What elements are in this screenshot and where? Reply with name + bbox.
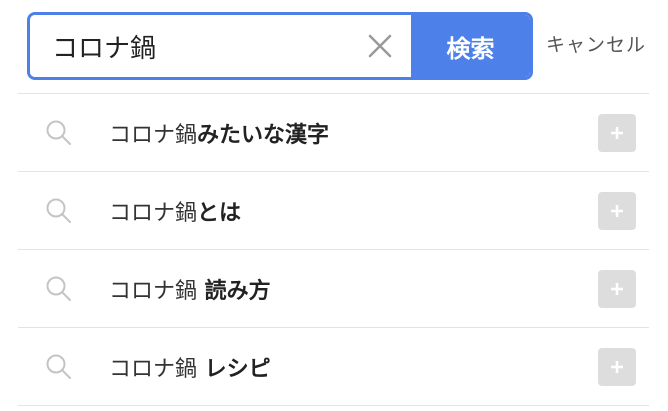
suggestion-item[interactable]: コロナ鍋 読み方 <box>18 250 649 328</box>
search-button[interactable]: 検索 <box>411 15 530 77</box>
search-input[interactable] <box>30 15 360 77</box>
search-icon <box>46 198 71 223</box>
suggestion-completion: レシピ <box>197 356 271 382</box>
append-button[interactable] <box>598 269 636 308</box>
append-button[interactable] <box>598 347 636 386</box>
search-icon <box>46 276 71 301</box>
search-icon <box>46 354 71 379</box>
suggestion-query: コロナ鍋 <box>109 200 198 226</box>
suggestion-label: コロナ鍋みたいな漢字 <box>109 117 329 149</box>
plus-icon <box>611 282 623 295</box>
suggestion-query: コロナ鍋 <box>109 356 198 382</box>
suggestion-completion: 読み方 <box>197 278 271 304</box>
clear-button[interactable] <box>363 29 397 63</box>
suggestion-completion: みたいな漢字 <box>197 122 330 148</box>
search-bar: 検索 <box>27 12 533 80</box>
append-button[interactable] <box>598 113 636 152</box>
plus-icon <box>611 360 623 373</box>
search-icon <box>46 120 71 145</box>
suggestion-list: コロナ鍋みたいな漢字 コロナ鍋とは コロナ鍋 読み方 コロナ鍋 レシピ <box>18 94 649 406</box>
suggestion-completion: とは <box>197 200 242 226</box>
cancel-link[interactable]: キャンセル <box>546 30 646 57</box>
append-button[interactable] <box>598 191 636 230</box>
suggestion-label: コロナ鍋 レシピ <box>109 351 271 383</box>
suggestion-item[interactable]: コロナ鍋とは <box>18 172 649 250</box>
suggestion-item[interactable]: コロナ鍋 レシピ <box>18 328 649 406</box>
search-field <box>30 15 411 77</box>
close-icon <box>368 34 392 58</box>
suggestion-query: コロナ鍋 <box>109 122 198 148</box>
plus-icon <box>611 126 623 139</box>
suggestion-label: コロナ鍋 読み方 <box>109 273 271 305</box>
suggestion-item[interactable]: コロナ鍋みたいな漢字 <box>18 94 649 172</box>
suggestion-label: コロナ鍋とは <box>109 195 241 227</box>
plus-icon <box>611 204 623 217</box>
suggestion-query: コロナ鍋 <box>109 278 198 304</box>
